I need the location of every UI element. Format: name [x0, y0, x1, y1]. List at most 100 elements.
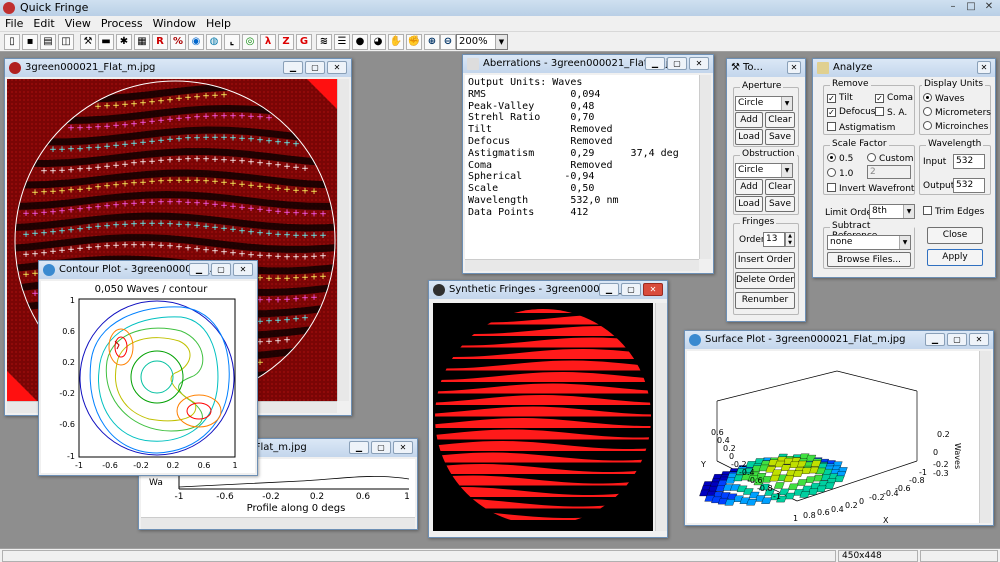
- contour-titlebar[interactable]: Contour Plot - 3green000021_... ▁ ▢ ✕: [39, 261, 257, 279]
- fringe-icon[interactable]: ≋: [316, 34, 332, 50]
- menu-file[interactable]: File: [0, 16, 28, 31]
- red-r-icon[interactable]: R: [152, 34, 168, 50]
- close-button[interactable]: ✕: [689, 57, 709, 70]
- minimize-button[interactable]: ▁: [189, 263, 209, 276]
- order-spinner[interactable]: ▲ ▼: [785, 232, 795, 247]
- horizontal-scrollbar[interactable]: [465, 259, 699, 271]
- percent-icon[interactable]: %: [170, 34, 186, 50]
- close-button[interactable]: ✕: [643, 283, 663, 296]
- mask-icon[interactable]: ✱: [116, 34, 132, 50]
- custom-scale-input[interactable]: 2: [867, 165, 911, 179]
- obstruction-add-button[interactable]: Add: [735, 179, 763, 195]
- sphere-icon[interactable]: ●: [352, 34, 368, 50]
- aberrations-titlebar[interactable]: Aberrations - 3green000021_Flat_m.jpg ▁ ▢…: [463, 55, 713, 73]
- wavelength-input[interactable]: 532: [953, 154, 985, 169]
- maximize-button[interactable]: ▢: [621, 283, 641, 296]
- minimize-button[interactable]: ▁: [349, 441, 369, 454]
- minimize-button[interactable]: ▁: [599, 283, 619, 296]
- z-icon[interactable]: Z: [278, 34, 294, 50]
- obstruction-clear-button[interactable]: Clear: [765, 179, 795, 195]
- vertical-scrollbar[interactable]: [655, 303, 667, 531]
- zoom-out-icon[interactable]: ⊖: [440, 34, 456, 50]
- close-button[interactable]: ✕: [969, 333, 989, 346]
- coil-icon[interactable]: ☰: [334, 34, 350, 50]
- zernike-icon[interactable]: ◕: [370, 34, 386, 50]
- menu-edit[interactable]: Edit: [28, 16, 59, 31]
- save-icon[interactable]: ▪: [22, 34, 38, 50]
- vertical-scrollbar[interactable]: [979, 351, 991, 523]
- aperture-save-button[interactable]: Save: [765, 129, 795, 145]
- tools-icon[interactable]: ⚒: [80, 34, 96, 50]
- analyze-titlebar[interactable]: Analyze ✕: [813, 59, 995, 77]
- contour-icon[interactable]: ◎: [242, 34, 258, 50]
- aperture-load-button[interactable]: Load: [735, 129, 763, 145]
- obstruction-shape-select[interactable]: Circle ▼: [735, 163, 793, 178]
- delete-order-button[interactable]: Delete Order: [735, 272, 795, 289]
- obstruction-save-button[interactable]: Save: [765, 196, 795, 212]
- menu-process[interactable]: Process: [96, 16, 148, 31]
- maximize-button[interactable]: ▢: [371, 441, 391, 454]
- limit-order-select[interactable]: 8th ▼: [869, 204, 915, 219]
- insert-order-button[interactable]: Insert Order: [735, 252, 795, 269]
- order-input[interactable]: 13: [763, 232, 785, 247]
- astigmatism-checkbox[interactable]: Astigmatism: [827, 122, 895, 133]
- maximize-button[interactable]: ▢: [211, 263, 231, 276]
- print-icon[interactable]: ▤: [40, 34, 56, 50]
- surface-titlebar[interactable]: Surface Plot - 3green000021_Flat_m.jpg ▁…: [685, 331, 993, 349]
- browse-files-button[interactable]: Browse Files...: [827, 252, 911, 267]
- hand-icon[interactable]: ✋: [388, 34, 404, 50]
- coma-checkbox[interactable]: ✓ Coma: [875, 93, 913, 103]
- flat-image-titlebar[interactable]: 3green000021_Flat_m.jpg ▁ ▢ ✕: [5, 59, 351, 77]
- apply-button[interactable]: Apply: [927, 249, 983, 266]
- menu-help[interactable]: Help: [201, 16, 236, 31]
- tilt-checkbox[interactable]: ✓ Tilt: [827, 93, 853, 103]
- close-button[interactable]: ✕: [787, 61, 801, 74]
- sa-checkbox[interactable]: S. A.: [875, 107, 907, 118]
- menu-view[interactable]: View: [60, 16, 96, 31]
- graph-icon[interactable]: ⌞: [224, 34, 240, 50]
- wavelength-output[interactable]: 532: [953, 178, 985, 193]
- close-button[interactable]: ✕: [393, 441, 413, 454]
- globe-icon[interactable]: ◉: [188, 34, 204, 50]
- print-preview-icon[interactable]: ◫: [58, 34, 74, 50]
- close-button[interactable]: ✕: [977, 61, 991, 74]
- defocus-checkbox[interactable]: ✓ Defocus: [827, 107, 875, 117]
- micrometers-radio[interactable]: Micrometers: [923, 107, 991, 118]
- obstruction-load-button[interactable]: Load: [735, 196, 763, 212]
- menu-window[interactable]: Window: [148, 16, 201, 31]
- scale-10-radio[interactable]: 1.0: [827, 168, 853, 179]
- minimize-button[interactable]: ▁: [283, 61, 303, 74]
- waves-radio[interactable]: Waves: [923, 93, 964, 104]
- minimize-button[interactable]: ▁: [925, 333, 945, 346]
- hand-grab-icon[interactable]: ✊: [406, 34, 422, 50]
- new-icon[interactable]: ▯: [4, 34, 20, 50]
- trim-edges-checkbox[interactable]: Trim Edges: [923, 206, 984, 217]
- scale-custom-radio[interactable]: Custom: [867, 153, 913, 164]
- maximize-button[interactable]: □: [964, 1, 978, 13]
- scale-05-radio[interactable]: 0.5: [827, 153, 853, 164]
- microinches-radio[interactable]: Microinches: [923, 121, 988, 132]
- tools-titlebar[interactable]: ⚒ To... ✕: [727, 59, 805, 77]
- close-button[interactable]: ✕: [982, 1, 996, 13]
- measure-icon[interactable]: ▬: [98, 34, 114, 50]
- aperture-clear-button[interactable]: Clear: [765, 112, 795, 128]
- close-dialog-button[interactable]: Close: [927, 227, 983, 244]
- aperture-add-button[interactable]: Add: [735, 112, 763, 128]
- g-icon[interactable]: G: [296, 34, 312, 50]
- close-button[interactable]: ✕: [233, 263, 253, 276]
- minimize-button[interactable]: ▁: [645, 57, 665, 70]
- invert-wavefront-checkbox[interactable]: Invert Wavefront: [827, 183, 914, 194]
- vertical-scrollbar[interactable]: [337, 79, 349, 401]
- aperture-shape-select[interactable]: Circle ▼: [735, 96, 793, 111]
- maximize-button[interactable]: ▢: [947, 333, 967, 346]
- renumber-button[interactable]: Renumber: [735, 292, 795, 309]
- maximize-button[interactable]: ▢: [305, 61, 325, 74]
- zoom-select[interactable]: 200% ▼: [456, 34, 508, 50]
- synthetic-titlebar[interactable]: Synthetic Fringes - 3green000021_F... ▁ ▢…: [429, 281, 667, 299]
- minimize-button[interactable]: –: [946, 1, 960, 13]
- horizontal-scrollbar[interactable]: [141, 517, 415, 529]
- maximize-button[interactable]: ▢: [667, 57, 687, 70]
- grid-icon[interactable]: ▦: [134, 34, 150, 50]
- lambda-icon[interactable]: λ: [260, 34, 276, 50]
- vertical-scrollbar[interactable]: [699, 75, 711, 259]
